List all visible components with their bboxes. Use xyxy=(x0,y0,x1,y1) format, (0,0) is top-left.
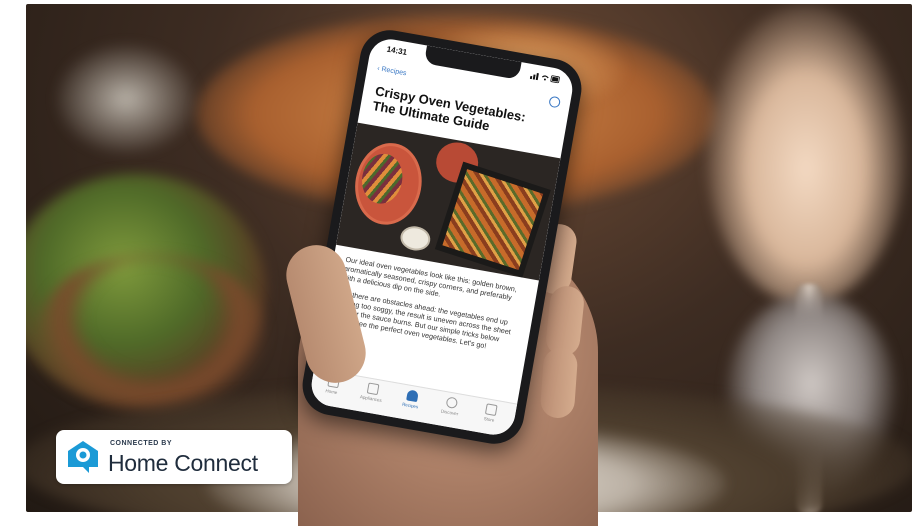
brand-name: Home Connect xyxy=(108,450,258,476)
signal-wifi-battery-icon xyxy=(529,72,560,84)
tab-appliances[interactable]: Appliances xyxy=(352,380,393,404)
tray-vegetables xyxy=(442,169,544,270)
home-connect-logo-icon xyxy=(68,441,98,473)
napkin xyxy=(56,44,196,154)
wine-glass xyxy=(706,4,906,304)
finger xyxy=(539,346,579,420)
dip-bowl xyxy=(398,223,433,253)
home-connect-badge: CONNECTED BY Home Connect xyxy=(56,430,292,484)
tab-discover[interactable]: Discover xyxy=(430,394,471,418)
connected-by-label: CONNECTED BY xyxy=(110,440,173,447)
tab-label: Discover xyxy=(440,408,459,417)
back-button[interactable]: ‹ Recipes xyxy=(377,65,407,77)
tab-label: Home xyxy=(325,388,338,396)
tab-recipes[interactable]: Recipes xyxy=(391,387,432,411)
appliance-icon xyxy=(366,382,379,396)
tab-label: Recipes xyxy=(401,401,419,410)
recipe-image xyxy=(336,122,561,281)
tab-store[interactable]: Store xyxy=(470,401,511,425)
tab-label: Store xyxy=(483,416,495,423)
compass-icon xyxy=(445,396,458,410)
chef-hat-icon xyxy=(405,389,419,403)
tab-label: Appliances xyxy=(359,394,383,403)
back-label: Recipes xyxy=(380,65,407,78)
status-time: 14:31 xyxy=(386,44,408,58)
store-icon xyxy=(484,403,498,416)
favorite-icon[interactable] xyxy=(548,95,562,109)
bowl-rim xyxy=(36,254,266,414)
